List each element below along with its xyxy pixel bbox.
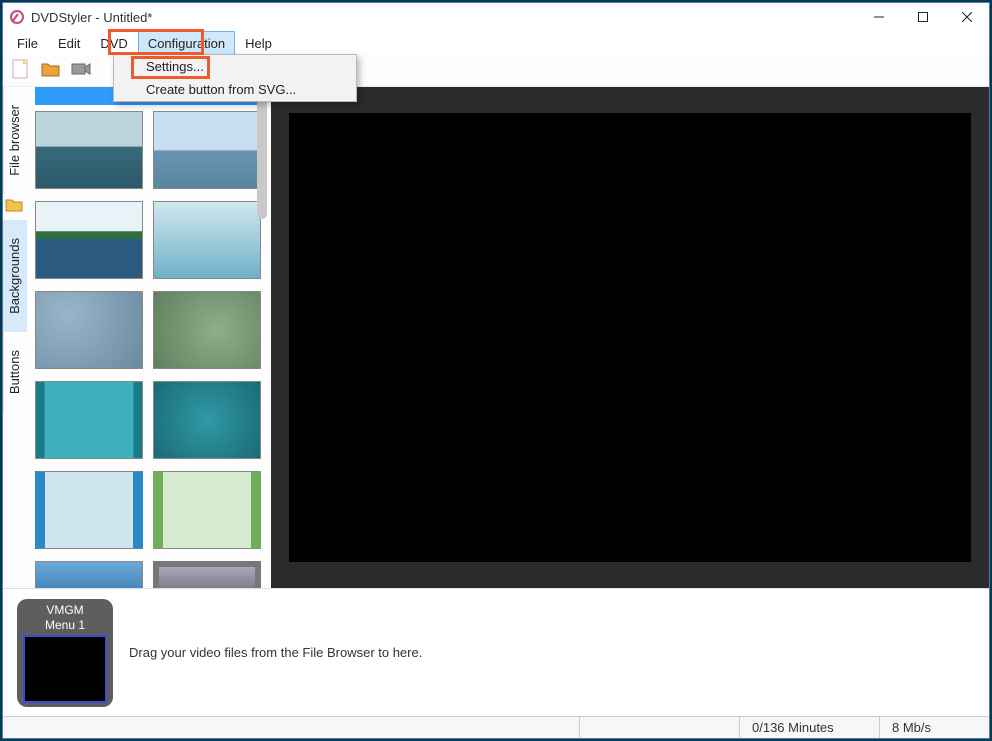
side-tabs: File browser Backgrounds Buttons — [3, 87, 27, 588]
timeline[interactable]: VMGM Menu 1 Drag your video files from t… — [3, 588, 989, 716]
menu-card-title: VMGM — [46, 603, 83, 618]
main-area: File browser Backgrounds Buttons — [3, 87, 989, 588]
background-thumb[interactable] — [153, 291, 261, 369]
backgrounds-panel — [27, 87, 271, 588]
background-thumb[interactable] — [35, 201, 143, 279]
background-thumb[interactable] — [35, 111, 143, 189]
status-progress-cell — [579, 717, 739, 738]
background-thumb[interactable] — [35, 291, 143, 369]
background-thumb[interactable] — [153, 201, 261, 279]
window-title: DVDStyler - Untitled* — [31, 10, 857, 25]
camera-button[interactable] — [69, 59, 93, 83]
open-folder-icon — [41, 60, 61, 81]
background-thumb[interactable] — [153, 561, 261, 588]
background-thumb[interactable] — [35, 471, 143, 549]
menu-card-thumb[interactable] — [23, 635, 107, 703]
titlebar: DVDStyler - Untitled* — [3, 3, 989, 31]
backgrounds-scrollbar[interactable] — [255, 91, 269, 571]
background-thumb[interactable] — [153, 471, 261, 549]
menu-settings[interactable]: Settings... — [114, 55, 356, 78]
menu-edit[interactable]: Edit — [48, 31, 90, 55]
status-minutes: 0/136 Minutes — [739, 717, 879, 738]
folder-icon — [5, 198, 25, 216]
new-file-button[interactable] — [9, 59, 33, 83]
tab-backgrounds[interactable]: Backgrounds — [3, 220, 27, 332]
status-bitrate: 8 Mb/s — [879, 717, 989, 738]
background-thumb[interactable] — [35, 561, 143, 588]
background-thumb[interactable] — [35, 381, 143, 459]
app-logo-icon — [9, 9, 25, 25]
open-button[interactable] — [39, 59, 63, 83]
menu-help[interactable]: Help — [235, 31, 282, 55]
scrollbar-thumb[interactable] — [257, 99, 267, 219]
maximize-button[interactable] — [901, 3, 945, 31]
backgrounds-grid — [27, 111, 271, 588]
menu-configuration[interactable]: Configuration — [138, 31, 235, 55]
timeline-hint: Drag your video files from the File Brow… — [129, 645, 422, 660]
tab-file-browser[interactable]: File browser — [3, 87, 27, 194]
menu-card-sub: Menu 1 — [45, 618, 85, 633]
close-button[interactable] — [945, 3, 989, 31]
menu-create-button-svg[interactable]: Create button from SVG... — [114, 78, 356, 101]
menu-file[interactable]: File — [7, 31, 48, 55]
menu-dvd[interactable]: DVD — [90, 31, 137, 55]
tab-buttons[interactable]: Buttons — [3, 332, 27, 412]
menu-card[interactable]: VMGM Menu 1 — [17, 599, 113, 707]
camera-icon — [71, 61, 91, 80]
minimize-button[interactable] — [857, 3, 901, 31]
background-thumb[interactable] — [153, 111, 261, 189]
new-file-icon — [12, 59, 30, 82]
menubar: File Edit DVD Configuration Help — [3, 31, 989, 55]
preview-canvas[interactable] — [289, 113, 971, 562]
preview-pane — [271, 87, 989, 588]
app-window: DVDStyler - Untitled* File Edit DVD Conf… — [2, 2, 990, 739]
background-thumb[interactable] — [153, 381, 261, 459]
statusbar: 0/136 Minutes 8 Mb/s — [3, 716, 989, 738]
configuration-dropdown: Settings... Create button from SVG... — [113, 54, 357, 102]
